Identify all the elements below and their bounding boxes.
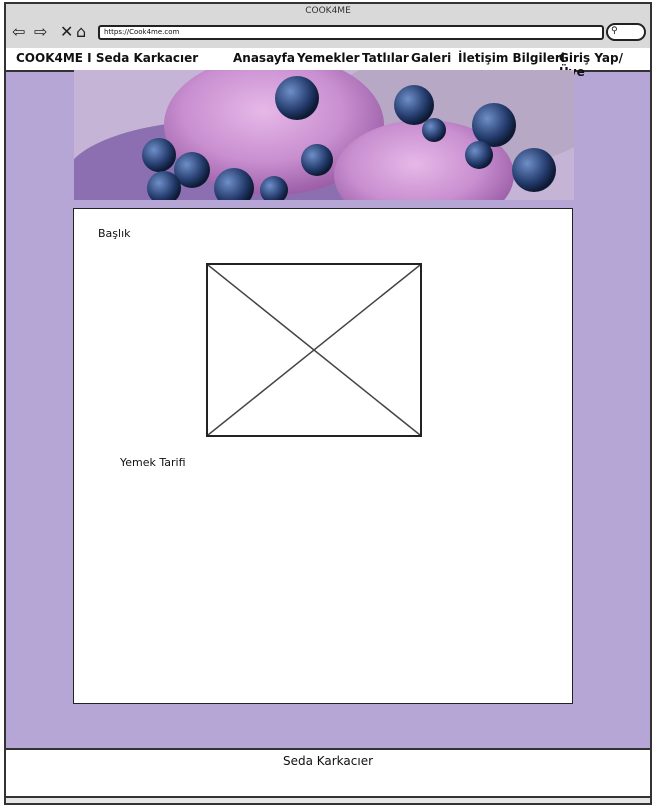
url-field[interactable]: https://Cook4me.com <box>98 25 604 40</box>
content-card: Başlık Yemek Tarifi <box>73 208 573 704</box>
footer-text: Seda Karkacıer <box>282 754 374 768</box>
recipe-label: Yemek Tarifi <box>120 456 186 469</box>
nav-item-anasayfa[interactable]: Anasayfa <box>233 51 295 65</box>
close-x-icon[interactable]: ✕ <box>60 22 73 42</box>
nav-item-iletisim[interactable]: İletişim Bilgileri <box>458 51 565 65</box>
back-arrow-icon[interactable]: ⇦ <box>12 22 25 42</box>
window-title: COOK4ME <box>6 4 650 21</box>
content-heading: Başlık <box>98 227 131 240</box>
horizontal-scrollbar[interactable] <box>6 798 650 803</box>
nav-item-tatlilar[interactable]: Tatlılar <box>362 51 409 65</box>
site-navbar: COOK4ME I Seda Karkacıer Anasayfa Yemekl… <box>6 48 650 79</box>
nav-item-galeri[interactable]: Galeri <box>411 51 451 65</box>
browser-window: COOK4ME ⇦ ⇨ ✕ ⌂ https://Cook4me.com ⚲ CO… <box>4 2 652 805</box>
image-placeholder <box>206 263 422 437</box>
home-icon[interactable]: ⌂ <box>76 22 86 42</box>
forward-arrow-icon[interactable]: ⇨ <box>34 22 47 42</box>
hero-image <box>74 70 574 200</box>
browser-toolbar: ⇦ ⇨ ✕ ⌂ https://Cook4me.com ⚲ <box>6 20 650 50</box>
site-brand[interactable]: COOK4ME I Seda Karkacıer <box>16 51 198 65</box>
site-footer: Seda Karkacıer <box>6 748 650 798</box>
search-icon: ⚲ <box>611 26 618 36</box>
search-button[interactable]: ⚲ <box>606 23 646 41</box>
nav-item-yemekler[interactable]: Yemekler <box>297 51 360 65</box>
